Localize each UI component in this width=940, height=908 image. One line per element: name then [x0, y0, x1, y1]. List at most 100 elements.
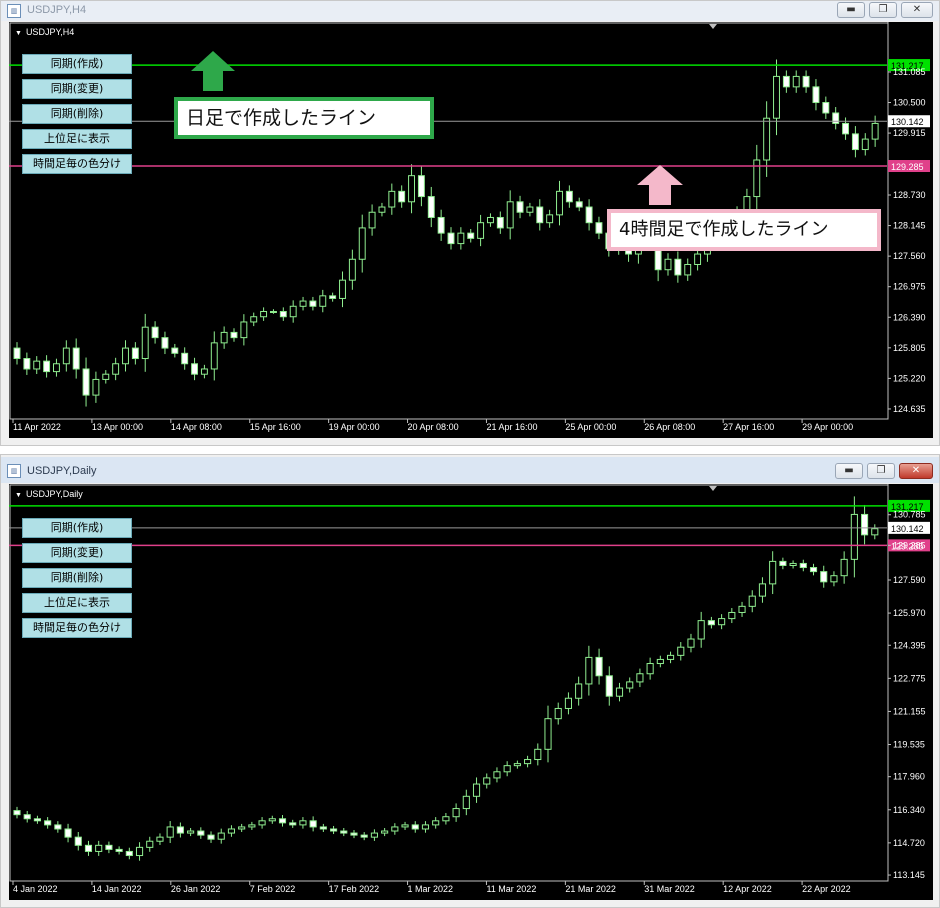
y-tick-label: 121.155 — [893, 706, 926, 716]
y-tick-label: 128.145 — [893, 221, 926, 231]
sync-delete-button[interactable]: 同期(削除) — [22, 568, 132, 588]
x-tick-label: 26 Jan 2022 — [171, 884, 221, 894]
candle-body — [486, 216, 494, 224]
candle-body — [176, 826, 184, 834]
y-tick-label: 126.390 — [893, 312, 926, 322]
candle-body — [483, 777, 491, 785]
candle-body — [62, 347, 70, 365]
candle-body — [544, 718, 552, 750]
candle-body — [23, 814, 31, 820]
candle-body — [250, 316, 258, 323]
candle-body — [378, 206, 386, 213]
candle-body — [421, 824, 430, 830]
sync-modify-button[interactable]: 同期(変更) — [22, 543, 132, 563]
window-title: USDJPY,H4 — [27, 4, 87, 16]
show-on-higher-timeframe-button[interactable]: 上位足に表示 — [22, 129, 132, 149]
candle-body — [227, 828, 236, 834]
candle-body — [782, 75, 790, 88]
sync-create-button[interactable]: 同期(作成) — [22, 54, 132, 74]
candle-body — [664, 258, 672, 271]
candle-body — [125, 850, 133, 857]
y-tick-label: 113.145 — [893, 870, 925, 880]
title-bar[interactable]: ▥ USDJPY,Daily ▬ ❐ ✕ — [1, 457, 939, 483]
dropdown-triangle-icon: ▼ — [15, 492, 22, 499]
x-tick-label: 29 Apr 00:00 — [802, 422, 853, 432]
color-by-timeframe-button[interactable]: 時間足毎の色分け — [22, 154, 132, 174]
chart-symbol-label[interactable]: ▼ USDJPY,H4 — [15, 27, 74, 37]
title-bar[interactable]: ▥ USDJPY,H4 ▬ ❐ ✕ — [1, 1, 939, 21]
sync-delete-button[interactable]: 同期(削除) — [22, 104, 132, 124]
candle-body — [43, 360, 51, 373]
candle-body — [388, 190, 396, 208]
x-tick-label: 14 Jan 2022 — [92, 884, 142, 894]
color-by-timeframe-button[interactable]: 時間足毎の色分け — [22, 618, 132, 638]
candle-body — [166, 826, 174, 838]
h4-chart-window: ▥ USDJPY,H4 ▬ ❐ ✕ 131.217 130.142 129.285 1… — [0, 0, 940, 446]
candle-body — [830, 575, 838, 583]
candle-body — [496, 216, 504, 229]
candle-body — [191, 363, 199, 375]
close-button[interactable]: ✕ — [901, 2, 933, 18]
sync-create-button[interactable]: 同期(作成) — [22, 518, 132, 538]
candle-body — [666, 654, 675, 660]
x-tick-label: 14 Apr 08:00 — [171, 422, 222, 432]
candle-body — [605, 675, 613, 697]
candle-body — [408, 175, 416, 203]
green-up-arrow-icon — [191, 51, 235, 91]
candle-body — [122, 347, 129, 365]
price-line-label: 129.285 — [891, 162, 924, 172]
sync-modify-button[interactable]: 同期(変更) — [22, 79, 132, 99]
candle-body — [554, 707, 562, 720]
candle-body — [427, 196, 435, 218]
minimize-button[interactable]: ▬ — [835, 463, 863, 479]
restore-button[interactable]: ❐ — [869, 2, 897, 18]
candle-body — [707, 620, 715, 626]
candle-body — [526, 206, 534, 213]
candle-body — [534, 748, 542, 761]
candle-body — [718, 618, 726, 626]
price-line-label: 130.142 — [891, 524, 924, 534]
candle-body — [564, 697, 572, 709]
candle-body — [773, 75, 780, 119]
minimize-button[interactable]: ▬ — [837, 2, 865, 18]
candle-body — [442, 816, 450, 822]
restore-button[interactable]: ❐ — [867, 463, 895, 479]
x-tick-label: 12 Apr 2022 — [723, 884, 772, 894]
y-tick-label: 125.805 — [893, 343, 926, 353]
candle-body — [697, 620, 705, 640]
candle-body — [626, 681, 634, 689]
candle-body — [401, 824, 409, 828]
candle-body — [694, 253, 702, 265]
candle-body — [279, 311, 287, 318]
candle-body — [871, 528, 879, 536]
shift-marker-icon — [709, 486, 717, 491]
close-button[interactable]: ✕ — [899, 463, 933, 479]
y-tick-label: 124.395 — [893, 640, 926, 650]
x-tick-label: 21 Apr 16:00 — [486, 422, 537, 432]
candle-body — [82, 368, 90, 396]
candle-body — [161, 337, 169, 349]
candle-body — [95, 844, 103, 852]
daily-candlestick-chart[interactable]: 131.217130.142129.285130.785129.285127.5… — [9, 484, 933, 900]
candle-body — [536, 206, 544, 224]
candle-body — [44, 820, 52, 826]
candle-body — [64, 828, 72, 838]
chart-symbol-label[interactable]: ▼ USDJPY,Daily — [15, 489, 83, 499]
plot-frame — [9, 484, 889, 882]
candle-body — [467, 232, 475, 239]
y-tick-label: 127.590 — [893, 575, 926, 585]
candle-body — [13, 810, 21, 816]
candle-body — [477, 222, 485, 239]
candle-body — [575, 683, 583, 699]
y-tick-label: 122.775 — [893, 673, 926, 683]
candle-body — [358, 227, 366, 260]
y-tick-label: 131.085 — [893, 67, 926, 77]
candle-body — [516, 201, 524, 213]
chart-window-icon: ▥ — [7, 4, 21, 18]
candle-body — [360, 834, 368, 838]
daily-chart-area[interactable]: 131.217 130.142 129.285 130.785 129.285 127.5… — [9, 484, 933, 900]
y-tick-label: 119.535 — [893, 740, 925, 750]
candle-body — [309, 300, 317, 307]
candle-body — [851, 133, 859, 151]
show-on-higher-timeframe-button[interactable]: 上位足に表示 — [22, 593, 132, 613]
